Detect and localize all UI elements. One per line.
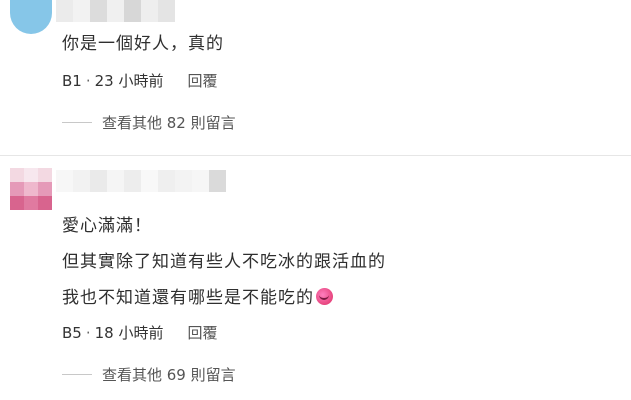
comment-text: 但其實除了知道有些人不吃冰的跟活血的 [62,252,386,272]
divider-line [62,374,92,375]
username-blurred[interactable] [56,0,175,22]
comment-meta: B5 · 18 小時前 回覆 [62,322,218,343]
floor-label: B1 [62,71,82,90]
comment-text-line: 我也不知道還有哪些是不能吃的 [62,288,314,308]
comment-meta: B1 · 23 小時前 回覆 [62,70,218,91]
view-more-replies[interactable]: 查看其他 82 則留言 [62,112,236,133]
separator-dot: · [85,323,91,342]
reply-button[interactable]: 回覆 [187,322,217,343]
divider-line [62,122,92,123]
comment-text: 我也不知道還有哪些是不能吃的 [62,286,333,310]
avatar[interactable] [10,0,52,34]
username-blurred-secondary [56,170,209,192]
timestamp: 18 小時前 [94,324,164,342]
timestamp: 23 小時前 [94,72,164,90]
view-more-label: 查看其他 69 則留言 [102,366,236,384]
comment-item: 愛心滿滿！ 但其實除了知道有些人不吃冰的跟活血的 我也不知道還有哪些是不能吃的 … [0,156,631,400]
floor-label: B5 [62,323,82,342]
separator-dot: · [85,71,91,90]
rolling-laughing-emoji-icon [316,288,333,305]
view-more-replies[interactable]: 查看其他 69 則留言 [62,364,236,385]
comment-text: 愛心滿滿！ [62,216,152,236]
reply-button[interactable]: 回覆 [187,70,217,91]
avatar[interactable] [10,168,52,210]
comment-text: 你是一個好人，真的 [62,34,224,54]
comment-item: 你是一個好人，真的 B1 · 23 小時前 回覆 查看其他 82 則留言 [0,0,631,156]
view-more-label: 查看其他 82 則留言 [102,114,236,132]
